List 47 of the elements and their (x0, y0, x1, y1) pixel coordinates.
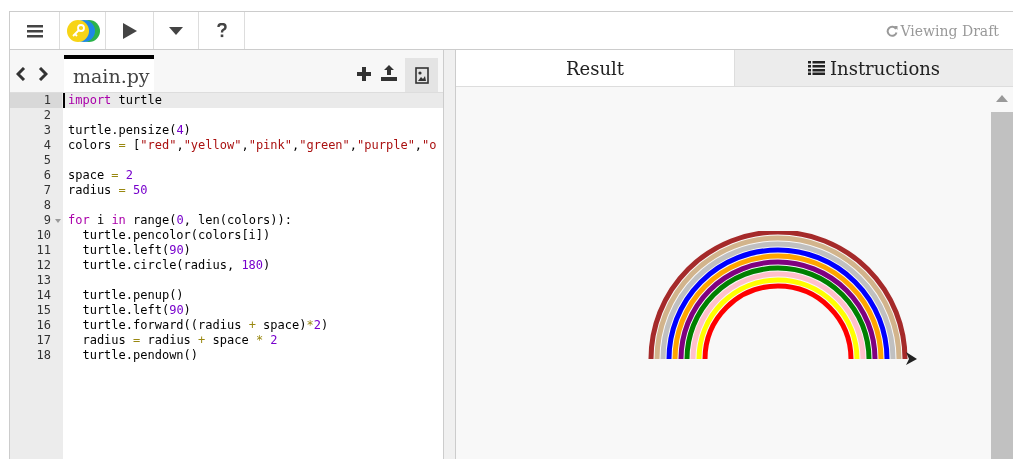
menu-icon (26, 23, 43, 38)
line-number: 10 (36, 228, 51, 242)
line-number: 9 (43, 213, 51, 227)
line-number: 5 (43, 153, 51, 167)
line-number: 1 (43, 93, 51, 107)
file-tab[interactable]: main.py (64, 55, 154, 92)
line-number: 4 (43, 138, 51, 152)
code-line: space = 2 (68, 168, 134, 182)
code-nav-icon[interactable] (16, 67, 48, 81)
upload-icon[interactable] (381, 65, 397, 81)
scroll-thumb[interactable] (991, 112, 1013, 459)
question-mark-icon (216, 23, 227, 38)
scroll-up-icon[interactable] (996, 95, 1008, 102)
line-number: 6 (43, 168, 51, 182)
line-number: 3 (43, 123, 51, 137)
play-icon (122, 22, 137, 39)
list-icon (807, 61, 825, 75)
line-number: 14 (36, 288, 51, 302)
code-line: turtle.left(90) (81, 303, 191, 317)
add-file-icon[interactable] (357, 67, 371, 81)
line-number: 18 (36, 348, 51, 362)
code-line: turtle.penup() (81, 288, 184, 302)
code-line: radius = 50 (68, 183, 148, 197)
caret-icon (169, 26, 183, 35)
code-line: turtle.forward((radius + space)*2) (81, 318, 329, 332)
refresh-icon (886, 24, 899, 37)
code-line: turtle.circle(radius, 180) (81, 258, 271, 272)
code-line: turtle.pencolor(colors[i]) (81, 228, 271, 242)
code-line: for i in range(0, len(colors)): (68, 213, 292, 227)
code-line: colors = ["red","yellow","pink","green","purple","o (68, 138, 437, 152)
line-number: 8 (43, 198, 51, 212)
line-number: 2 (43, 108, 51, 122)
output-tab[interactable]: Instructions (735, 50, 1013, 86)
line-number: 15 (36, 303, 51, 317)
code-line: turtle.pensize(4) (68, 123, 191, 137)
line-number: 13 (36, 273, 51, 287)
code-line: turtle.left(90) (81, 243, 191, 257)
line-number: 16 (36, 318, 51, 332)
line-number: 17 (36, 333, 51, 347)
code-line: turtle.pendown() (81, 348, 199, 362)
line-number: 12 (36, 258, 51, 272)
code-line: import turtle (68, 93, 162, 107)
line-number: 7 (43, 183, 51, 197)
viewing-draft-status: Viewing Draft (886, 22, 999, 39)
image-icon[interactable] (414, 66, 429, 84)
line-number: 11 (36, 243, 51, 257)
code-line: radius = radius + space * 2 (81, 333, 278, 347)
